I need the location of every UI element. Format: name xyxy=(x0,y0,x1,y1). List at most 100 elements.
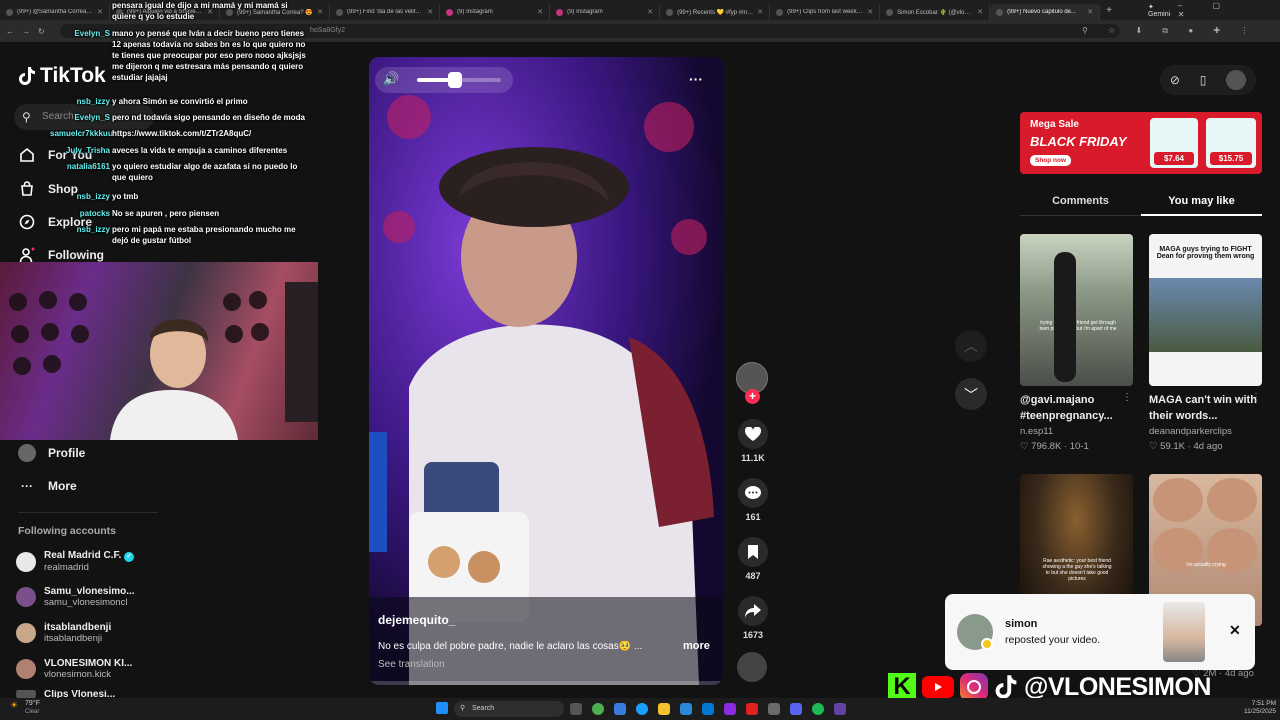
heart-outline-icon: ♡ xyxy=(1149,441,1158,452)
browser-tab-active[interactable]: (99+) Nuevo capitulo de... ✕ xyxy=(990,4,1101,20)
taskview-icon[interactable] xyxy=(570,703,582,715)
card-author[interactable]: deanandparkerclips xyxy=(1149,426,1262,437)
reload-icon[interactable]: ↻ xyxy=(38,27,45,36)
following-account[interactable]: Real Madrid C.F. ✓ realmadrid xyxy=(16,550,135,573)
close-icon[interactable]: ✕ xyxy=(1229,622,1241,639)
card-author[interactable]: n.esp11 xyxy=(1020,426,1133,437)
comment-action[interactable]: 161 xyxy=(737,478,769,522)
window-controls[interactable]: – ▢ ✕ xyxy=(1178,1,1270,19)
ad-product-card: $15.75 xyxy=(1206,118,1256,168)
file-explorer-icon[interactable] xyxy=(658,703,670,715)
app-icon[interactable] xyxy=(834,703,846,715)
tab-favicon-icon xyxy=(6,8,13,16)
tab-comments[interactable]: Comments xyxy=(1020,186,1141,216)
following-account[interactable]: Samu_vlonesimo... samu_vlonesimoncl xyxy=(16,586,135,608)
tab-favicon-icon xyxy=(996,8,1004,16)
sound-disc-icon[interactable] xyxy=(737,652,767,682)
following-account[interactable]: VLONESIMON KI... vlonesimon.kick xyxy=(16,658,132,680)
share-action[interactable]: 1673 xyxy=(737,596,769,640)
follow-plus-icon[interactable]: + xyxy=(745,389,760,404)
share-icon[interactable] xyxy=(738,596,768,626)
shop-icon xyxy=(18,180,36,198)
nav-more[interactable]: ··· More xyxy=(18,477,77,495)
close-icon[interactable]: ✕ xyxy=(647,8,653,16)
app-icon[interactable] xyxy=(746,703,758,715)
see-translation-link[interactable]: See translation xyxy=(378,659,445,670)
spotify-icon[interactable] xyxy=(812,703,824,715)
ad-line2: BLACK FRIDAY xyxy=(1030,134,1127,149)
browser-tab[interactable]: (9) Instagram ✕ xyxy=(550,4,661,20)
back-icon[interactable]: ← xyxy=(6,27,14,36)
nav-profile[interactable]: Profile xyxy=(18,444,85,462)
gemini-button[interactable]: ✦ Gemini xyxy=(1148,3,1178,18)
browser-tab[interactable]: (99+) Recents 💛 #fyp #micr... ✕ xyxy=(660,4,771,20)
like-action[interactable]: 11.1K xyxy=(737,419,769,463)
close-icon[interactable]: ✕ xyxy=(977,8,983,16)
taskbar-clock[interactable]: 7:51 PM 11/25/2025 xyxy=(1220,700,1276,716)
app-icon[interactable] xyxy=(724,703,736,715)
discord-icon[interactable] xyxy=(790,703,802,715)
edge-icon[interactable] xyxy=(636,703,648,715)
mail-icon[interactable] xyxy=(702,703,714,715)
taskbar-search[interactable]: ⚲ Search xyxy=(454,701,564,717)
tab-title: (99+) Recents 💛 #fyp #micr... xyxy=(677,9,754,16)
chrome-icon[interactable] xyxy=(592,703,604,715)
close-icon[interactable]: ✕ xyxy=(757,8,763,16)
compass-icon xyxy=(18,213,36,231)
previous-video-chevron-up-icon[interactable]: ︿ xyxy=(955,330,987,362)
black-friday-ad[interactable]: Mega Sale BLACK FRIDAY Shop now $7.64 $1… xyxy=(1020,112,1262,174)
card-date: 4d ago xyxy=(1193,441,1223,452)
card-title: @gavi.majano #teenpregnancy... xyxy=(1020,394,1113,422)
ad-product-card: $7.64 xyxy=(1150,118,1198,168)
bookmark-icon[interactable] xyxy=(738,537,768,567)
streamer-webcam xyxy=(0,262,318,440)
nav-label: Following xyxy=(48,248,104,262)
suggested-video-card[interactable]: trying to see my friend get through teen… xyxy=(1020,234,1133,452)
repost-notification[interactable]: simon reposted your video. ✕ xyxy=(945,594,1255,670)
next-video-chevron-down-icon[interactable]: ﹀ xyxy=(955,378,987,410)
caption-more-link[interactable]: more xyxy=(683,640,710,652)
video-player[interactable]: 🔊 ··· dejemequito_ No es culpa del pobre… xyxy=(369,57,723,685)
avatar xyxy=(16,659,36,679)
volume-slider-track[interactable] xyxy=(417,72,501,88)
browser-tab[interactable]: (9) Instagram ✕ xyxy=(440,4,551,20)
chat-message: patocks No se apuren , pero piensen xyxy=(50,208,312,219)
windows-start-icon[interactable] xyxy=(436,702,448,714)
card-more-options-icon[interactable]: ⋮ xyxy=(1122,392,1132,403)
app-icon[interactable] xyxy=(614,703,626,715)
device-icon[interactable]: ▯ xyxy=(1200,73,1207,87)
browser-tab[interactable]: Simon Escobar 🌵 (@vlonesi... ✕ xyxy=(880,4,991,20)
forward-icon[interactable]: → xyxy=(22,27,30,36)
close-icon[interactable]: ✕ xyxy=(867,8,873,16)
save-action[interactable]: 487 xyxy=(737,537,769,581)
compass-icon[interactable]: ⊘ xyxy=(1170,73,1180,87)
video-author[interactable]: dejemequito_ xyxy=(378,613,455,627)
store-icon[interactable] xyxy=(680,703,692,715)
volume-slider-knob[interactable] xyxy=(447,72,462,88)
following-account[interactable]: Clips Vlonesi... xyxy=(16,690,115,698)
close-icon[interactable]: ✕ xyxy=(1087,8,1093,16)
browser-tab[interactable]: (99+) Find 'dia de las velita'... ✕ xyxy=(330,4,441,20)
user-avatar[interactable] xyxy=(1226,70,1247,90)
card-more-options-icon[interactable]: ⋮ xyxy=(1251,392,1261,403)
video-more-options-icon[interactable]: ··· xyxy=(689,71,703,87)
close-icon[interactable]: ✕ xyxy=(427,8,433,16)
comment-icon[interactable] xyxy=(738,478,768,508)
browser-tab[interactable]: (99+) Clips from last weekend... ✕ xyxy=(770,4,881,20)
tab-you-may-like[interactable]: You may like xyxy=(1141,186,1262,216)
account-name: Samu_vlonesimo... xyxy=(44,586,135,597)
following-account[interactable]: itsablandbenji itsablandbenji xyxy=(16,622,111,644)
tab-title: (9) Instagram xyxy=(567,9,603,15)
app-icon[interactable] xyxy=(768,703,780,715)
ad-shop-now-button[interactable]: Shop now xyxy=(1030,155,1072,166)
volume-control[interactable]: 🔊 xyxy=(375,67,513,93)
close-icon[interactable]: ✕ xyxy=(537,8,543,16)
video-progress-bar[interactable] xyxy=(369,681,723,685)
heart-icon[interactable] xyxy=(738,419,768,449)
new-tab-icon[interactable]: + xyxy=(1106,5,1112,16)
volume-icon[interactable]: 🔊 xyxy=(383,71,399,87)
browser-extension-icons[interactable]: ⚲ ☆ ⬇ ⧉ ● ✚ ⋮ xyxy=(1082,26,1257,36)
suggested-video-card[interactable]: MAGA guys trying to FIGHT Dean for provi… xyxy=(1149,234,1262,452)
verified-icon: ✓ xyxy=(124,552,135,562)
nav-label: More xyxy=(48,479,77,493)
